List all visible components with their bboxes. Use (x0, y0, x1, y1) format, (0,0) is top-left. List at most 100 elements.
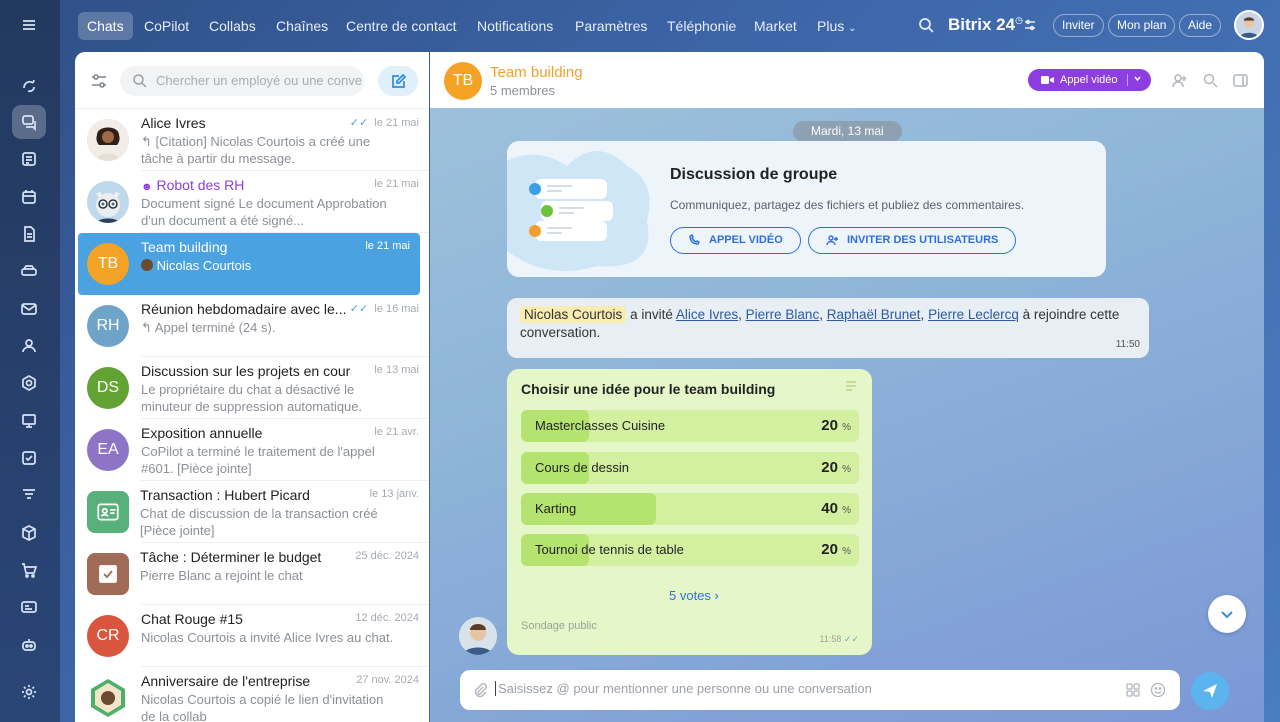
mention-user[interactable]: Alice Ivres (676, 307, 738, 322)
filter-sliders-icon[interactable] (89, 71, 109, 91)
chat-name: Exposition annuelle (141, 425, 263, 441)
board-icon[interactable] (12, 404, 46, 438)
mention-user[interactable]: Pierre Leclercq (928, 307, 1019, 322)
chat-title[interactable]: Team building (490, 64, 583, 81)
my-plan-button[interactable]: Mon plan (1108, 14, 1176, 37)
tab-chaines[interactable]: Chaînes (267, 12, 337, 40)
poll-option[interactable]: Cours de dessin 20 % (521, 452, 859, 484)
poll-option-percent-value: 20 (821, 459, 838, 476)
chevron-right-icon: › (714, 588, 719, 603)
chat-list-item[interactable]: CR Chat Rouge #15 12 déc. 2024 Nicolas C… (75, 605, 429, 667)
avatar-initials: DS (87, 367, 129, 409)
document-icon[interactable] (12, 217, 46, 251)
chat-list-item[interactable]: DS Discussion sur les projets en cours l… (75, 357, 429, 419)
chat-preview: Nicolas Courtois (141, 257, 399, 291)
chat-list-item[interactable]: Alice Ivres ✓✓ le 21 mai ↰ [Citation] Ni… (75, 109, 429, 171)
invite-button[interactable]: Inviter (1053, 14, 1104, 37)
add-user-icon[interactable] (1171, 72, 1188, 89)
chat-preview: Document signé Le document Approbation d… (141, 196, 387, 228)
id-card-icon[interactable] (12, 590, 46, 624)
message-composer[interactable]: Saisissez @ pour mentionner une personne… (460, 670, 1180, 710)
chat-list-item[interactable]: EA Exposition annuelle le 21 avr. CoPilo… (75, 419, 429, 481)
tab-market[interactable]: Market (745, 12, 806, 40)
cart-icon[interactable] (12, 553, 46, 587)
chat-icon[interactable] (12, 105, 46, 139)
brand-text: Bitrix 24 (948, 15, 1016, 34)
brand-logo[interactable]: Bitrix 24◷ (948, 15, 1023, 35)
left-rail (0, 0, 60, 722)
group-discussion-card: Discussion de groupe Communiquez, partag… (507, 141, 1106, 277)
chat-list-item[interactable]: RH Réunion hebdomadaire avec le... ✓✓ le… (75, 295, 429, 357)
chat-list-item[interactable]: ☻ Robot des RH le 21 mai Document signé … (75, 171, 429, 233)
chat-members-count[interactable]: 5 membres (490, 83, 555, 98)
collab-avatar (87, 677, 129, 719)
tab-telephonie[interactable]: Téléphonie (658, 12, 745, 40)
tab-copilot[interactable]: CoPilot (135, 12, 198, 40)
chat-search-input[interactable]: Chercher un employé ou une conve (120, 66, 364, 96)
chat-list-item[interactable]: Anniversaire de l'entreprise 27 nov. 202… (75, 667, 429, 722)
search-icon[interactable] (917, 16, 935, 34)
sender-avatar[interactable] (459, 617, 497, 655)
tab-plus[interactable]: Plus ⌄ (808, 12, 866, 40)
message-time-text: 11:58 (819, 634, 842, 644)
chat-avatar[interactable]: TB (444, 62, 482, 100)
mention-user[interactable]: Pierre Blanc (746, 307, 820, 322)
chat-date: le 21 mai (374, 178, 419, 190)
user-avatar[interactable] (1234, 10, 1264, 40)
poll-option-percent-value: 40 (821, 500, 838, 517)
help-button[interactable]: Aide (1179, 14, 1222, 37)
chat-list-header: Chercher un employé ou une conve (75, 52, 429, 109)
users-icon[interactable] (12, 329, 46, 363)
search-icon[interactable] (1202, 72, 1219, 89)
message-time: 11:50 (1115, 339, 1140, 350)
poll-message: Choisir une idée pour le team building M… (507, 369, 872, 655)
send-button[interactable] (1191, 672, 1229, 710)
chat-list-item[interactable]: Transaction : Hubert Picard le 13 janv. … (75, 481, 429, 543)
sidebar-toggle-icon[interactable] (1232, 72, 1249, 89)
mail-icon[interactable] (12, 292, 46, 326)
chat-list-item[interactable]: Tâche : Déterminer le budget 25 déc. 202… (75, 543, 429, 605)
scroll-down-button[interactable] (1208, 595, 1246, 633)
bot-icon[interactable] (12, 628, 46, 662)
tab-chats[interactable]: Chats (78, 12, 133, 40)
chevron-down-icon[interactable] (1132, 73, 1143, 84)
poll-option[interactable]: Tournoi de tennis de table 20 % (521, 534, 859, 566)
tab-notifications[interactable]: Notifications (468, 12, 562, 40)
invite-users-button[interactable]: INVITER DES UTILISATEURS (808, 227, 1016, 254)
feed-icon[interactable] (12, 142, 46, 176)
settings-gear-icon[interactable] (12, 675, 46, 709)
poll-option[interactable]: Masterclasses Cuisine 20 % (521, 410, 859, 442)
chat-list-item-active[interactable]: TB Team building le 21 mai Nicolas Court… (78, 233, 420, 295)
calendar-icon[interactable] (12, 180, 46, 214)
sliders-icon[interactable] (1023, 18, 1037, 32)
message-input[interactable]: Saisissez @ pour mentionner une personne… (495, 681, 1115, 696)
tab-parametres[interactable]: Paramètres (566, 12, 656, 40)
poll-menu-icon[interactable] (844, 379, 858, 393)
chat-name: Chat Rouge #15 (141, 611, 243, 627)
avatar-initials: EA (87, 429, 129, 471)
apps-grid-icon[interactable] (1126, 683, 1140, 697)
drive-icon[interactable] (12, 254, 46, 288)
divider (1127, 74, 1128, 86)
mention-user[interactable]: Raphaël Brunet (827, 307, 921, 322)
chat-preview: CoPilot a terminé le traitement de l'app… (141, 444, 375, 476)
video-call-button[interactable]: Appel vidéo (1028, 69, 1151, 91)
chat-date-text: le 21 mai (374, 117, 419, 129)
funnel-icon[interactable] (12, 478, 46, 512)
hexagon-icon[interactable] (12, 366, 46, 400)
activity-icon[interactable] (12, 68, 46, 102)
tab-collabs[interactable]: Collabs (200, 12, 265, 40)
chat-name: Réunion hebdomadaire avec le... (141, 301, 347, 317)
emoji-icon[interactable] (1150, 682, 1166, 698)
system-message: Nicolas Courtois a invité Alice Ivres, P… (507, 298, 1149, 358)
new-chat-button[interactable] (378, 66, 418, 96)
tab-contact-center[interactable]: Centre de contact (337, 12, 466, 40)
poll-votes-link[interactable]: 5 votes › (669, 588, 719, 603)
task-check-icon[interactable] (12, 441, 46, 475)
box-icon[interactable] (12, 516, 46, 550)
mention-actor[interactable]: Nicolas Courtois (520, 306, 627, 323)
paperclip-icon[interactable] (472, 682, 488, 698)
video-call-card-button[interactable]: APPEL VIDÉO (670, 227, 801, 254)
menu-icon[interactable] (12, 8, 46, 42)
poll-option[interactable]: Karting 40 % (521, 493, 859, 525)
